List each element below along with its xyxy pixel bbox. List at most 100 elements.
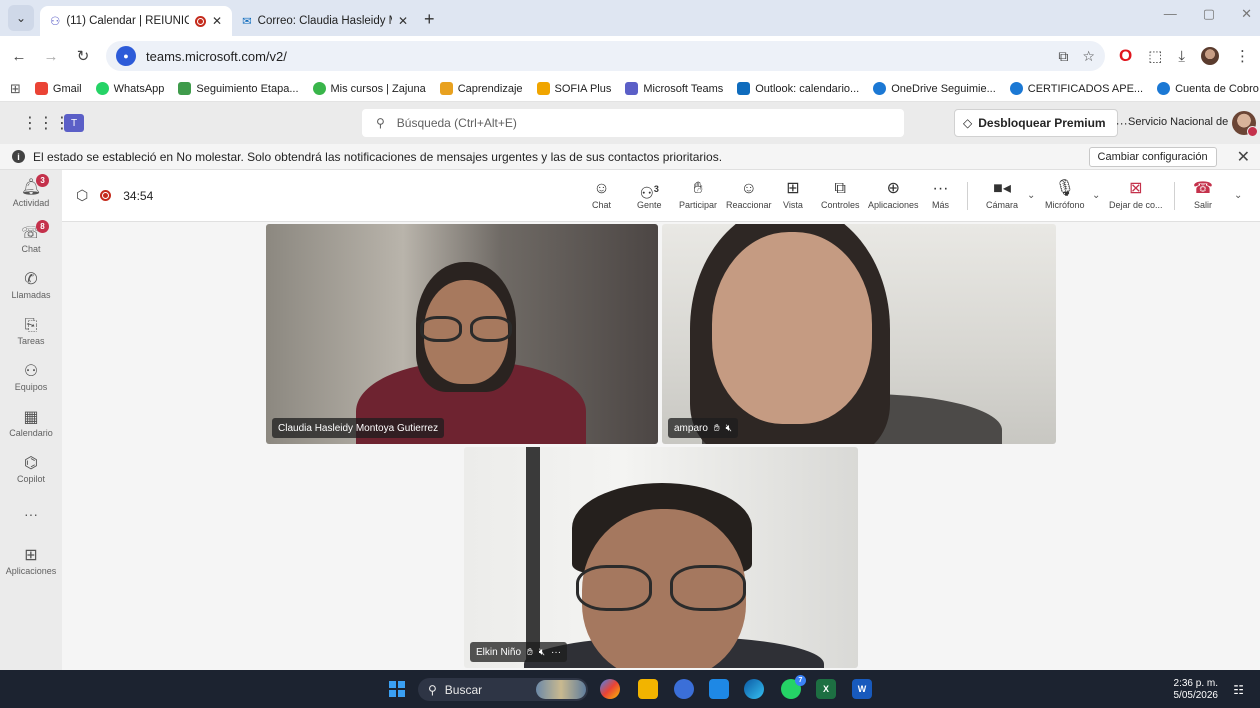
video-tile-elkin[interactable]: Elkin Niño ✋︎ 🔇︎ ··· [464,447,858,668]
microphone-button[interactable]: 🎙︎ Micrófono [1045,178,1085,210]
edge-icon[interactable] [744,679,764,699]
extensions-icon[interactable]: ⬚ [1148,47,1162,65]
video-stage: Claudia Hasleidy Montoya Gutierrez ampar… [62,222,1260,670]
raise-hand-button[interactable]: ✋︎ Participar [679,178,717,210]
more-button[interactable]: ··· Más [932,178,949,210]
bookmarks-bar: ⊞ Gmail WhatsApp Seguimiento Etapa... Mi… [0,76,1260,102]
tab-close-icon[interactable]: ✕ [212,14,222,28]
chat-button[interactable]: ☺︎ Chat [592,178,611,210]
chat-icon: ☏︎ 8 [21,220,49,244]
bookmark-cuenta-cobro[interactable]: Cuenta de Cobro [1157,82,1259,95]
excel-icon[interactable]: X [816,679,836,699]
background-door-frame [526,447,540,668]
rail-item-tareas[interactable]: ⎘ Tareas [0,316,62,346]
controls-button[interactable]: ⧉ Controles [821,178,860,210]
bookmark-outlook[interactable]: Outlook: calendario... [737,82,859,95]
video-tile-claudia[interactable]: Claudia Hasleidy Montoya Gutierrez [266,224,658,444]
store-icon[interactable] [709,679,729,699]
camera-icon: ■◂ [993,180,1011,197]
outlook-icon: ✉ [242,16,252,28]
tab-close-icon[interactable]: ✕ [398,14,408,28]
install-app-icon[interactable]: ⧉ [1058,48,1068,65]
bookmark-star-icon[interactable]: ☆ [1082,48,1095,65]
view-button[interactable]: ⊞ Vista [783,178,803,210]
notification-center-icon[interactable]: ☷ [1233,683,1244,697]
bookmark-caprendizaje[interactable]: Caprendizaje [439,82,523,95]
profile-avatar[interactable] [1201,47,1219,65]
seguimiento-icon [178,82,192,95]
rail-more-apps[interactable]: ··· [0,504,62,524]
copilot-app-icon[interactable] [674,679,694,699]
browser-menu-icon[interactable]: ⋮ [1235,47,1250,65]
rail-item-aplicaciones[interactable]: ⊞ Aplicaciones [0,546,62,576]
reload-icon[interactable]: ↻ [74,47,92,65]
forward-icon[interactable]: → [42,48,60,65]
taskbar-clock[interactable]: 2:36 p. m. 5/05/2026 [1174,678,1219,702]
more-options-icon[interactable]: ··· [1116,116,1128,130]
bookmark-zajuna[interactable]: Mis cursos | Zajuna [312,82,426,95]
tab-teams-calendar[interactable]: ⚇ (11) Calendar | REIUNION S ✕ [40,6,232,36]
rail-item-chat[interactable]: ☏︎ 8 Chat [0,220,62,254]
rail-item-actividad[interactable]: 🔔︎ 3 Actividad [0,174,62,208]
url-text: teams.microsoft.com/v2/ [146,48,287,64]
bell-icon: 🔔︎ 3 [21,174,50,198]
unlock-premium-button[interactable]: ◇ Desbloquear Premium ··· [954,109,1128,137]
bookmark-certificados[interactable]: CERTIFICADOS APE... [1009,82,1143,95]
rail-item-equipos[interactable]: ⚇ Equipos [0,362,62,392]
file-explorer-icon[interactable] [638,679,658,699]
rail-item-calendario[interactable]: ▦ Calendario [0,408,62,438]
more-icon: ··· [932,180,949,197]
react-button[interactable]: ☺ Reaccionar [726,178,772,210]
people-icon: ⚇3 [639,184,659,203]
apps-button[interactable]: ⊕ Aplicaciones [868,178,919,210]
phone-icon: ✆ [24,271,38,288]
tasks-icon: ⎘ [24,317,38,334]
user-avatar[interactable] [1232,111,1258,137]
tab-search-chevron-icon[interactable]: ⌄ [8,5,34,31]
controls-icon: ⧉ [834,180,846,197]
video-tile-amparo[interactable]: amparo ✋︎ 🔇︎ [662,224,1056,444]
whatsapp-icon[interactable]: 7 [781,675,806,699]
camera-button[interactable]: ■◂ Cámara [986,178,1018,210]
leave-button[interactable]: ☎︎ Salir [1193,178,1213,210]
tab-outlook-mail[interactable]: ✉ Correo: Claudia Hasleidy Monte ✕ [232,6,418,36]
onedrive-icon [1009,82,1023,95]
shield-icon[interactable]: ⬡ [76,187,88,204]
bookmark-sofia[interactable]: SOFIA Plus [536,82,611,95]
camera-options-chevron-icon[interactable]: ⌄ [1027,190,1035,201]
minimize-icon[interactable]: — [1164,6,1177,22]
app-launcher-icon[interactable]: ⋮⋮⋮ [22,113,70,133]
leave-options-chevron-icon[interactable]: ⌄ [1234,190,1242,201]
restore-icon[interactable]: ▢ [1203,6,1215,22]
back-icon[interactable]: ← [10,48,28,65]
rail-item-copilot[interactable]: ⌬ Copilot [0,454,62,484]
bookmark-onedrive[interactable]: OneDrive Seguimie... [873,82,996,95]
bookmark-seguimiento[interactable]: Seguimiento Etapa... [178,82,299,95]
organization-name[interactable]: Servicio Nacional de ... [1128,116,1241,128]
add-apps-icon: ⊞ [24,547,38,564]
apps-grid-icon[interactable]: ⊞ [10,81,21,97]
stop-sharing-button[interactable]: ⊠ Dejar de co... [1109,178,1163,210]
close-icon[interactable]: ✕ [1237,147,1250,167]
add-apps-icon: ⊕ [886,180,900,197]
windows-start-icon[interactable] [389,681,405,697]
opera-extension-icon[interactable]: O [1119,46,1132,66]
new-tab-button[interactable]: + [424,9,435,30]
bookmark-teams[interactable]: Microsoft Teams [625,82,723,95]
change-settings-button[interactable]: Cambiar configuración [1088,146,1217,167]
site-info-icon[interactable]: ● [116,46,136,66]
taskbar-search[interactable]: ⚲ Buscar [418,678,588,701]
word-icon[interactable]: W [852,679,872,699]
downloads-icon[interactable]: ⤓ [1178,48,1185,65]
people-button[interactable]: ⚇3 Gente [637,178,662,210]
tile-more-options-icon[interactable]: ··· [551,647,561,658]
address-bar[interactable]: ● teams.microsoft.com/v2/ ⧉ ☆ [106,41,1105,71]
bookmark-gmail[interactable]: Gmail [34,82,82,95]
rail-item-llamadas[interactable]: ✆ Llamadas [0,270,62,300]
close-window-icon[interactable]: ✕ [1241,6,1252,22]
caprendizaje-icon [439,82,453,95]
search-input[interactable]: ⚲ Búsqueda (Ctrl+Alt+E) [362,109,904,137]
chrome-icon[interactable] [600,679,620,699]
mic-options-chevron-icon[interactable]: ⌄ [1092,190,1100,201]
bookmark-whatsapp[interactable]: WhatsApp [95,82,164,95]
